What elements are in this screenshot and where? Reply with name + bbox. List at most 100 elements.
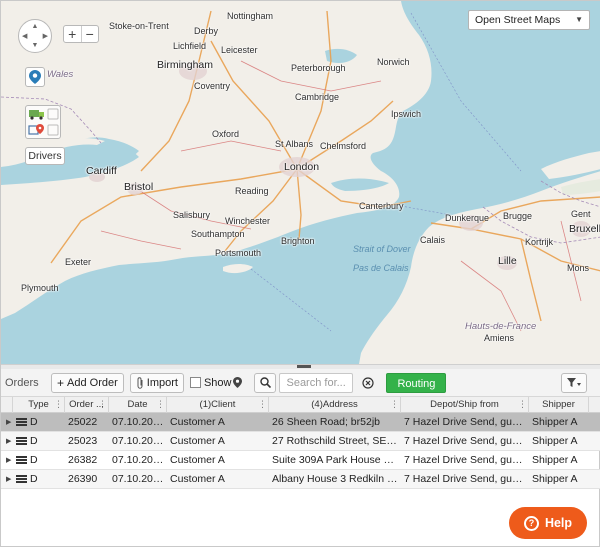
- map-label-sea: Pas de Calais: [353, 263, 409, 273]
- column-header-shipper[interactable]: Shipper: [529, 396, 589, 413]
- splitter-grip-icon[interactable]: [297, 365, 311, 368]
- map-label-place: Norwich: [377, 57, 410, 67]
- cell-client: Customer A: [170, 416, 225, 428]
- map-label-place: Plymouth: [21, 283, 59, 293]
- app-window: Nottingham Stoke-on-Trent Derby Lichfiel…: [0, 0, 600, 547]
- row-menu-icon[interactable]: [16, 474, 27, 484]
- row-menu-icon[interactable]: [16, 436, 27, 446]
- map-pan-control[interactable]: ▲ ▼ ◀ ▶: [18, 19, 52, 53]
- map-label-place: Brugge: [503, 211, 533, 221]
- filter-icon: [567, 378, 581, 387]
- search-button[interactable]: [254, 372, 277, 393]
- cell-shipper: Shipper A: [532, 473, 578, 485]
- drivers-button[interactable]: Drivers: [25, 147, 65, 165]
- map-label-place: Exeter: [65, 257, 92, 267]
- cell-date: 07.10.2020: [112, 416, 165, 428]
- map-label-place: London: [284, 161, 320, 173]
- map-label-place: Derby: [194, 26, 219, 36]
- map-label-place: Chelmsford: [320, 141, 367, 151]
- column-header-order[interactable]: Order ... ⋮: [65, 396, 109, 413]
- question-icon: ?: [523, 515, 539, 531]
- cell-client: Customer A: [170, 435, 225, 447]
- pan-left-icon[interactable]: ◀: [22, 33, 27, 40]
- expand-row-icon[interactable]: ▶: [1, 437, 13, 445]
- cell-date: 07.10.2020: [112, 435, 165, 447]
- clear-icon: [362, 376, 375, 389]
- map-layer-icons: [25, 105, 61, 139]
- cell-address: 26 Sheen Road; br52jb: [272, 416, 380, 428]
- cell-client: Customer A: [170, 454, 225, 466]
- expand-row-icon[interactable]: ▶: [1, 475, 13, 483]
- map-label-place: Bristol: [124, 181, 154, 193]
- import-button[interactable]: Import: [129, 372, 184, 393]
- show-checkbox[interactable]: [189, 377, 201, 388]
- map-view[interactable]: Nottingham Stoke-on-Trent Derby Lichfiel…: [1, 1, 600, 364]
- map-label-place: Reading: [235, 186, 269, 196]
- cell-order: 26390: [68, 473, 98, 485]
- cell-depot: 7 Hazel Drive Send, gu236lq: [404, 454, 529, 466]
- add-order-label: Add Order: [67, 376, 118, 389]
- clear-search-button[interactable]: [360, 375, 376, 391]
- cell-type: D: [30, 473, 38, 485]
- add-order-button[interactable]: + Add Order: [51, 372, 124, 393]
- map-label-place: Dunkerque: [445, 213, 490, 223]
- truck-icon: [29, 110, 44, 120]
- routing-button[interactable]: Routing: [386, 372, 447, 393]
- map-label-place: Calais: [420, 235, 446, 245]
- map-label-place: Lille: [498, 255, 517, 267]
- column-header-date[interactable]: Date ⋮: [109, 396, 167, 413]
- map-pin-icon: [233, 377, 243, 388]
- column-header-address[interactable]: (4)Address ⋮: [269, 396, 401, 413]
- column-header-client[interactable]: (1)Client ⋮: [167, 396, 269, 413]
- map-layer-select-value: Open Street Maps: [475, 14, 561, 26]
- pan-right-icon[interactable]: ▶: [43, 33, 48, 40]
- map-layer-select[interactable]: Open Street Maps ▼: [468, 10, 590, 30]
- map-label-place: Cambridge: [295, 92, 340, 102]
- cell-address: 27 Rothschild Street, SE270HQ: [272, 435, 401, 447]
- zoom-out-button[interactable]: −: [80, 26, 99, 42]
- zoom-in-button[interactable]: +: [64, 26, 81, 42]
- map-label-place: Mons: [567, 263, 590, 273]
- map-label-place: St Albans: [275, 139, 314, 149]
- table-row[interactable]: ▶ D 25022 07.10.2020 Customer A 26 Sheen…: [1, 413, 600, 432]
- map-label-place: Coventry: [194, 81, 231, 91]
- map-label-place: Kortrijk: [525, 237, 554, 247]
- expand-row-icon[interactable]: ▶: [1, 456, 13, 464]
- map-label-place: Birmingham: [157, 59, 214, 71]
- map-label-place: Leicester: [221, 45, 258, 55]
- orders-toolbar: Orders + Add Order Import Show Search fo…: [1, 369, 600, 397]
- search-input[interactable]: [279, 372, 354, 393]
- table-row[interactable]: ▶ D 26390 07.10.2020 Customer A Albany H…: [1, 470, 600, 489]
- map-label-place: Ipswich: [391, 109, 422, 119]
- cell-date: 07.10.2020: [112, 473, 165, 485]
- show-toggle[interactable]: Show: [189, 376, 243, 389]
- filter-button[interactable]: [561, 373, 587, 393]
- cell-depot: 7 Hazel Drive Send, gu236lq: [404, 473, 529, 485]
- help-button[interactable]: ? Help: [509, 507, 587, 539]
- show-label: Show: [203, 376, 232, 389]
- column-header-depot[interactable]: Depot/Ship from ⋮: [401, 396, 529, 413]
- table-row[interactable]: ▶ D 26382 07.10.2020 Customer A Suite 30…: [1, 451, 600, 470]
- pan-down-icon[interactable]: ▼: [32, 42, 39, 49]
- cell-client: Customer A: [170, 473, 225, 485]
- map-label-place: Winchester: [225, 216, 271, 226]
- column-header-type[interactable]: Type ⋮: [13, 396, 65, 413]
- cell-type: D: [30, 416, 38, 428]
- map-label-place: Bruxelles: [569, 223, 600, 235]
- cell-address: Albany House 3 Redkiln Way ...: [272, 473, 401, 485]
- map-label-place: Oxford: [212, 129, 240, 139]
- chevron-down-icon: ▼: [575, 15, 583, 24]
- map-label-place: Hauts-de-France: [465, 321, 537, 332]
- location-pin-button[interactable]: [25, 67, 45, 87]
- pan-up-icon[interactable]: ▲: [32, 23, 39, 30]
- cell-shipper: Shipper A: [532, 416, 578, 428]
- map-label-place: Wales: [47, 69, 74, 80]
- cell-date: 07.10.2020: [112, 454, 165, 466]
- cell-shipper: Shipper A: [532, 454, 578, 466]
- cell-depot: 7 Hazel Drive Send, gu236lq: [404, 435, 529, 447]
- expand-row-icon[interactable]: ▶: [1, 418, 13, 426]
- row-menu-icon[interactable]: [16, 455, 27, 465]
- row-menu-icon[interactable]: [16, 417, 27, 427]
- table-header-row: Type ⋮ Order ... ⋮ Date ⋮ (1)Client ⋮ (4)Add…: [1, 396, 600, 413]
- table-row[interactable]: ▶ D 25023 07.10.2020 Customer A 27 Roths…: [1, 432, 600, 451]
